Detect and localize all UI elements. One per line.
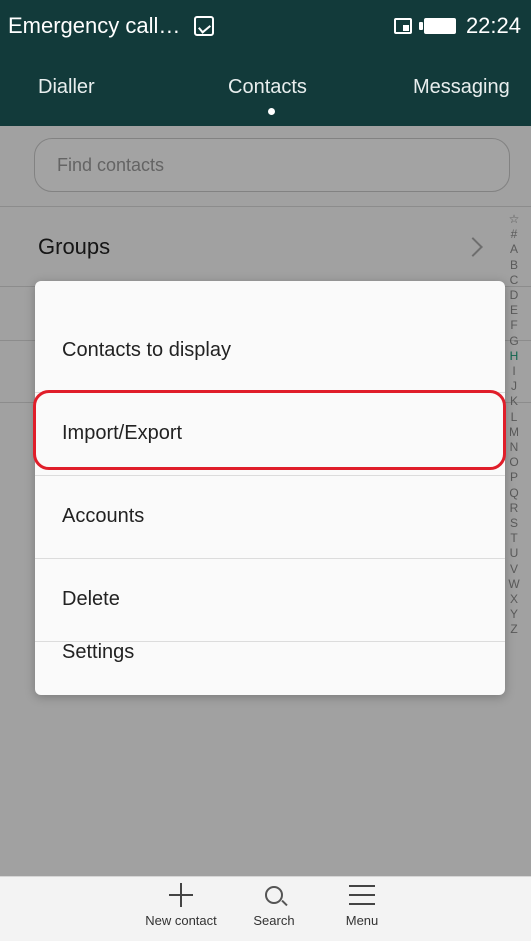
search-icon	[265, 886, 283, 904]
image-icon	[194, 16, 215, 36]
menu-item-contacts-to-display[interactable]: Contacts to display	[35, 309, 505, 392]
menu-item-settings[interactable]: Settings	[35, 610, 505, 695]
battery-icon	[418, 18, 456, 34]
highlight-outline	[33, 390, 506, 470]
search-button[interactable]: Search	[244, 877, 304, 928]
new-contact-button[interactable]: New contact	[136, 877, 226, 928]
tab-contacts[interactable]: Contacts	[228, 76, 307, 99]
sim-icon	[393, 18, 412, 34]
menu-item-label: Settings	[62, 641, 135, 663]
menu-button[interactable]: Menu	[334, 877, 390, 928]
search-label: Search	[253, 913, 295, 928]
menu-label: Menu	[345, 913, 379, 928]
tab-messaging[interactable]: Messaging	[413, 76, 510, 99]
tab-bar: Dialler Contacts Messaging	[0, 52, 531, 126]
menu-item-label: Accounts	[62, 505, 145, 527]
status-bar: Emergency call… 22:24	[0, 0, 531, 52]
new-contact-label: New contact	[145, 913, 217, 928]
menu-item-accounts[interactable]: Accounts	[35, 475, 505, 558]
tab-dialler[interactable]: Dialler	[38, 76, 95, 99]
bottom-action-bar: New contact Search Menu	[0, 876, 531, 941]
menu-item-label: Contacts to display	[62, 339, 231, 361]
active-tab-indicator	[268, 108, 275, 115]
options-menu: Contacts to display Import/Export Accoun…	[35, 281, 505, 695]
plus-icon	[169, 883, 193, 907]
status-title: Emergency call…	[8, 13, 181, 38]
status-time: 22:24	[465, 13, 521, 38]
menu-item-label: Delete	[62, 588, 120, 610]
hamburger-icon	[349, 885, 375, 905]
